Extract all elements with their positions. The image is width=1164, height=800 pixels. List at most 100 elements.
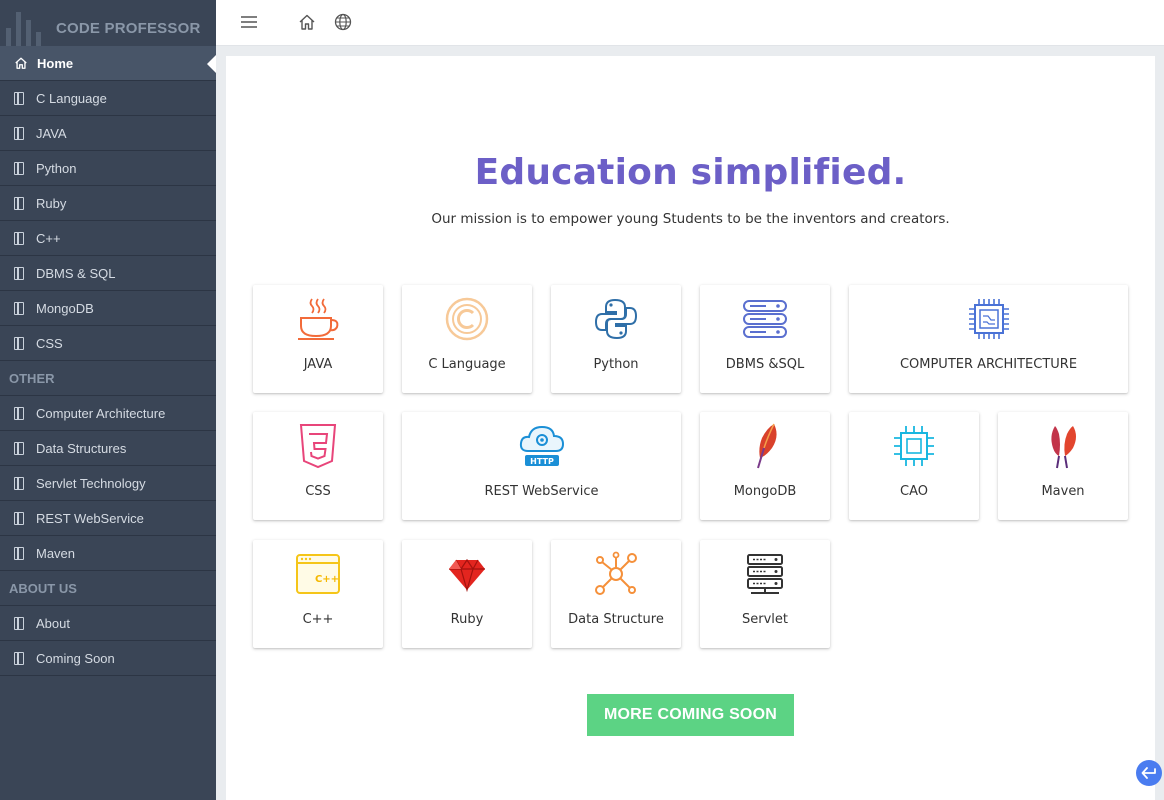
sidebar-item-label: Servlet Technology bbox=[36, 475, 146, 491]
database-icon bbox=[741, 295, 789, 343]
tile-dbms-sql[interactable]: DBMS &SQL bbox=[700, 285, 830, 393]
sidebar-item-label: C Language bbox=[36, 90, 107, 106]
brand[interactable]: CODE PROFESSOR bbox=[0, 0, 216, 46]
tile-label: JAVA bbox=[303, 357, 333, 372]
sidebar-item-label: MongoDB bbox=[36, 300, 94, 316]
mission-tagline: Our mission is to empower young Students… bbox=[431, 211, 950, 227]
sidebar-item-python[interactable]: Python bbox=[0, 151, 216, 186]
sidebar-item-label: Maven bbox=[36, 545, 76, 561]
c-language-icon bbox=[443, 295, 491, 343]
sidebar-item-java[interactable]: JAVA bbox=[0, 116, 216, 151]
chip-icon bbox=[890, 422, 938, 470]
book-icon bbox=[14, 231, 24, 245]
ruby-gem-icon bbox=[443, 550, 491, 598]
sidebar-item-home[interactable]: Home bbox=[0, 46, 216, 81]
svg-text:HTTP: HTTP bbox=[530, 457, 554, 466]
tile-label: MongoDB bbox=[733, 484, 797, 499]
server-icon bbox=[741, 550, 789, 598]
tile-java[interactable]: JAVA bbox=[253, 285, 383, 393]
http-cloud-icon: HTTP bbox=[518, 422, 566, 470]
book-icon bbox=[14, 476, 24, 490]
tile-servlet[interactable]: Servlet bbox=[700, 540, 830, 648]
book-icon bbox=[14, 336, 24, 350]
sidebar-item-label: REST WebService bbox=[36, 510, 144, 526]
book-icon bbox=[14, 161, 24, 175]
home-icon bbox=[15, 57, 27, 69]
sidebar-item-label: DBMS & SQL bbox=[36, 265, 116, 281]
book-icon bbox=[14, 546, 24, 560]
section-label-other: OTHER bbox=[0, 361, 216, 396]
svg-text:C++: C++ bbox=[315, 574, 339, 585]
sidebar-item-about[interactable]: About bbox=[0, 606, 216, 641]
section-label-about-us: ABOUT US bbox=[0, 571, 216, 606]
sidebar-item-label: CSS bbox=[36, 335, 63, 351]
book-icon bbox=[14, 126, 24, 140]
sidebar-item-rest-webservice[interactable]: REST WebService bbox=[0, 501, 216, 536]
sidebar-item-data-structures[interactable]: Data Structures bbox=[0, 431, 216, 466]
sidebar-item-label: Python bbox=[36, 160, 77, 176]
sidebar-item-maven[interactable]: Maven bbox=[0, 536, 216, 571]
sidebar-item-label: Ruby bbox=[36, 195, 67, 211]
sidebar: CODE PROFESSOR Home C Language JAVA Pyth… bbox=[0, 0, 216, 800]
tile-label: Python bbox=[593, 357, 639, 372]
cpu-chip-icon bbox=[965, 295, 1013, 343]
globe-icon[interactable] bbox=[334, 13, 352, 31]
tile-ruby[interactable]: Ruby bbox=[402, 540, 532, 648]
book-icon bbox=[14, 301, 24, 315]
back-arrow-button[interactable] bbox=[1136, 760, 1162, 786]
sidebar-item-label: Data Structures bbox=[36, 440, 127, 456]
tile-label: Ruby bbox=[450, 612, 484, 627]
tile-label: Maven bbox=[1041, 484, 1085, 499]
java-cup-icon bbox=[294, 295, 342, 343]
topbar bbox=[216, 0, 1164, 46]
tile-cao[interactable]: CAO bbox=[849, 412, 979, 520]
book-icon bbox=[14, 196, 24, 210]
css-icon bbox=[294, 422, 342, 470]
sidebar-item-dbms-sql[interactable]: DBMS & SQL bbox=[0, 256, 216, 291]
sidebar-item-label: C++ bbox=[36, 230, 61, 246]
sidebar-item-servlet-technology[interactable]: Servlet Technology bbox=[0, 466, 216, 501]
tile-cpp[interactable]: C++ C++ bbox=[253, 540, 383, 648]
page-title: Education simplified. bbox=[474, 152, 907, 193]
sidebar-item-label: JAVA bbox=[36, 125, 67, 141]
brand-name: CODE PROFESSOR bbox=[56, 19, 201, 37]
book-icon bbox=[14, 651, 24, 665]
network-graph-icon bbox=[592, 550, 640, 598]
sidebar-item-css[interactable]: CSS bbox=[0, 326, 216, 361]
tile-python[interactable]: Python bbox=[551, 285, 681, 393]
arrow-left-icon bbox=[1141, 767, 1156, 779]
tile-label: REST WebService bbox=[484, 484, 599, 499]
tile-maven[interactable]: Maven bbox=[998, 412, 1128, 520]
tile-rest-webservice[interactable]: HTTP REST WebService bbox=[402, 412, 681, 520]
menu-icon[interactable] bbox=[240, 13, 258, 31]
tile-css[interactable]: CSS bbox=[253, 412, 383, 520]
sidebar-item-computer-architecture[interactable]: Computer Architecture bbox=[0, 396, 216, 431]
book-icon bbox=[14, 91, 24, 105]
home-icon[interactable] bbox=[298, 13, 316, 31]
tile-label: C++ bbox=[302, 612, 334, 627]
book-icon bbox=[14, 511, 24, 525]
maven-feather-icon bbox=[1039, 422, 1087, 470]
book-icon bbox=[14, 616, 24, 630]
sidebar-item-ruby[interactable]: Ruby bbox=[0, 186, 216, 221]
tile-label: Data Structure bbox=[568, 612, 664, 627]
book-icon bbox=[14, 441, 24, 455]
tile-c-language[interactable]: C Language bbox=[402, 285, 532, 393]
sidebar-item-mongodb[interactable]: MongoDB bbox=[0, 291, 216, 326]
tile-computer-architecture[interactable]: COMPUTER ARCHITECTURE bbox=[849, 285, 1128, 393]
brand-logo-icon bbox=[6, 6, 41, 46]
sidebar-item-coming-soon[interactable]: Coming Soon bbox=[0, 641, 216, 676]
tile-label: C Language bbox=[428, 357, 506, 372]
sidebar-item-cpp[interactable]: C++ bbox=[0, 221, 216, 256]
book-icon bbox=[14, 406, 24, 420]
tile-mongodb[interactable]: MongoDB bbox=[700, 412, 830, 520]
tile-label: COMPUTER ARCHITECTURE bbox=[899, 357, 1078, 372]
tile-data-structure[interactable]: Data Structure bbox=[551, 540, 681, 648]
sidebar-item-label: Computer Architecture bbox=[36, 405, 166, 421]
tile-label: Servlet bbox=[742, 612, 788, 627]
mongodb-feather-icon bbox=[741, 422, 789, 470]
sidebar-item-c-language[interactable]: C Language bbox=[0, 81, 216, 116]
tile-label: CSS bbox=[305, 484, 331, 499]
more-coming-soon-button[interactable]: MORE COMING SOON bbox=[587, 694, 794, 736]
main-content: Education simplified. Our mission is to … bbox=[226, 56, 1155, 800]
